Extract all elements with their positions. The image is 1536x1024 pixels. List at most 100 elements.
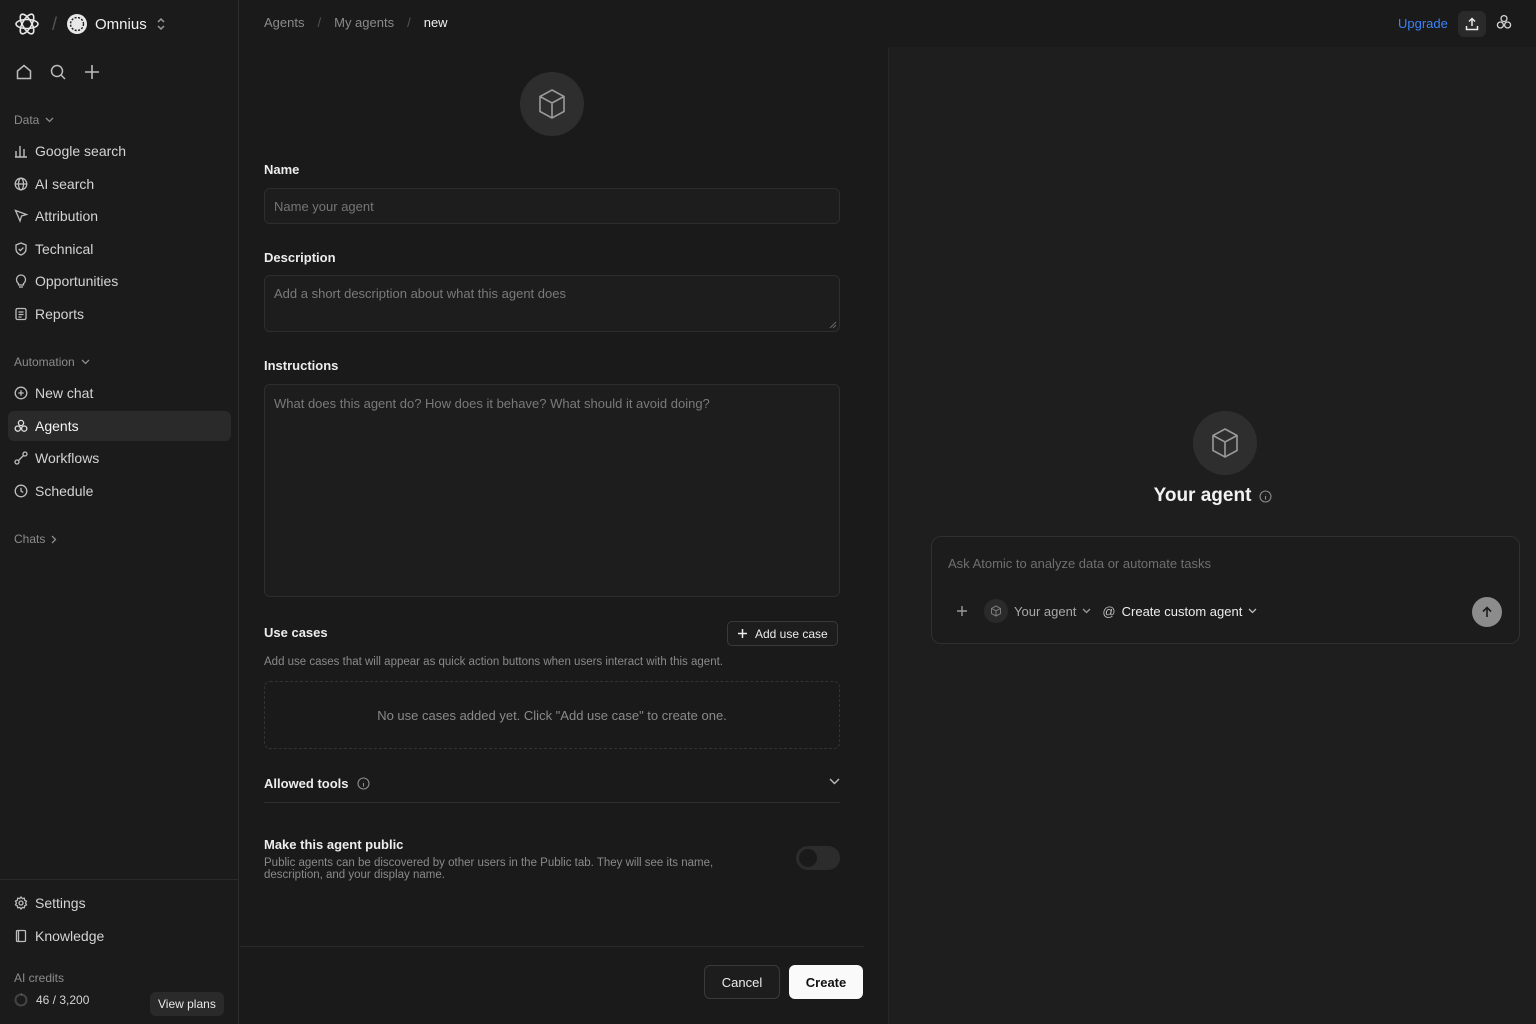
sidebar-item-schedule[interactable]: Schedule: [8, 476, 231, 506]
home-icon[interactable]: [14, 61, 34, 83]
allowed-tools-toggle[interactable]: Allowed tools: [264, 772, 840, 803]
add-use-case-button[interactable]: Add use case: [727, 621, 838, 646]
workspace-avatar-icon: [67, 14, 88, 34]
chevron-down-icon: [1248, 608, 1257, 614]
sidebar-divider: [0, 879, 239, 880]
workspace-switcher[interactable]: / Omnius: [14, 11, 167, 37]
breadcrumb-my-agents[interactable]: My agents: [334, 15, 394, 30]
form-footer-divider: [240, 946, 864, 947]
quick-actions: [14, 61, 102, 83]
instructions-input[interactable]: What does this agent do? How does it beh…: [264, 384, 840, 597]
sidebar-item-technical[interactable]: Technical: [8, 234, 231, 264]
agent-preview-panel: Your agent Ask Atomic to analyze data or…: [888, 47, 1536, 1024]
gear-icon: [14, 896, 28, 910]
sidebar-item-new-chat[interactable]: New chat: [8, 378, 231, 408]
clock-icon: [14, 484, 28, 498]
shield-icon: [14, 242, 28, 256]
breadcrumb-separator: /: [317, 15, 322, 30]
sidebar-item-google-search[interactable]: Google search: [8, 136, 231, 166]
chevron-down-icon: [829, 778, 840, 785]
chat-input[interactable]: Ask Atomic to analyze data or automate t…: [948, 556, 1211, 571]
create-button[interactable]: Create: [789, 965, 863, 999]
upload-icon: [1465, 17, 1479, 31]
sidebar-item-workflows[interactable]: Workflows: [8, 443, 231, 473]
lightbulb-icon: [14, 274, 28, 288]
agents-icon: [14, 419, 28, 433]
chat-composer[interactable]: Ask Atomic to analyze data or automate t…: [931, 536, 1520, 644]
sidebar-item-label: Schedule: [35, 483, 94, 499]
instructions-label: Instructions: [264, 358, 339, 373]
description-input[interactable]: Add a short description about what this …: [264, 275, 840, 332]
sidebar-item-attribution[interactable]: Attribution: [8, 201, 231, 231]
sidebar-item-label: Reports: [35, 306, 85, 322]
data-section-toggle[interactable]: Data: [14, 113, 54, 127]
book-icon: [14, 929, 28, 943]
info-icon: [356, 777, 370, 790]
cube-icon: [1212, 428, 1238, 458]
top-bar: Agents / My agents / new Upgrade: [240, 0, 1536, 47]
chevron-down-icon: [81, 359, 90, 365]
search-icon[interactable]: [48, 61, 68, 83]
description-label: Description: [264, 250, 336, 265]
sidebar-item-label: Workflows: [35, 450, 100, 466]
data-section-label: Data: [14, 113, 40, 127]
app-logo-icon[interactable]: [14, 11, 40, 37]
cube-icon: [539, 89, 565, 119]
agents-icon-button[interactable]: [1496, 14, 1512, 30]
upgrade-link[interactable]: Upgrade: [1398, 16, 1448, 31]
mode-select[interactable]: Create custom agent: [1122, 604, 1243, 619]
agent-select[interactable]: Your agent: [1014, 604, 1076, 619]
chevron-updown-icon: [155, 17, 167, 31]
sidebar-item-label: Agents: [35, 418, 79, 434]
preview-agent-avatar: [1193, 411, 1257, 475]
sidebar: / Omnius Data Google search AI search At…: [0, 0, 239, 1024]
sidebar-item-reports[interactable]: Reports: [8, 299, 231, 329]
credits-usage: 46 / 3,200: [14, 993, 89, 1007]
cancel-button[interactable]: Cancel: [704, 965, 780, 999]
share-button[interactable]: [1458, 11, 1486, 37]
toggle-knob: [799, 849, 817, 867]
sidebar-item-ai-search[interactable]: AI search: [8, 169, 231, 199]
agent-form: Name Description Add a short description…: [240, 47, 888, 1024]
sidebar-item-label: AI search: [35, 176, 95, 192]
sidebar-item-label: Settings: [35, 895, 86, 911]
divider-slash: /: [52, 13, 58, 34]
info-icon: [1259, 489, 1272, 503]
workspace-name: Omnius: [95, 15, 147, 33]
credits-label: AI credits: [14, 971, 65, 985]
sidebar-item-label: New chat: [35, 385, 94, 401]
use-cases-hint: Add use cases that will appear as quick …: [264, 656, 723, 668]
arrow-up-icon: [1482, 606, 1492, 617]
name-label: Name: [264, 162, 300, 177]
add-use-case-label: Add use case: [755, 626, 828, 641]
use-cases-label: Use cases: [264, 625, 328, 640]
sidebar-item-opportunities[interactable]: Opportunities: [8, 266, 231, 296]
sidebar-item-label: Knowledge: [35, 928, 105, 944]
sidebar-item-agents[interactable]: Agents: [8, 411, 231, 441]
agent-avatar[interactable]: [520, 72, 584, 136]
agent-select-icon: [984, 599, 1008, 623]
instructions-placeholder: What does this agent do? How does it beh…: [274, 396, 710, 411]
sidebar-item-label: Google search: [35, 143, 127, 159]
description-placeholder: Add a short description about what this …: [274, 286, 566, 301]
attach-plus-icon[interactable]: [956, 605, 968, 617]
automation-section-toggle[interactable]: Automation: [14, 355, 90, 369]
at-icon: @: [1102, 603, 1116, 619]
public-toggle[interactable]: [796, 846, 840, 870]
view-plans-button[interactable]: View plans: [150, 992, 224, 1016]
send-button[interactable]: [1472, 597, 1502, 627]
name-input[interactable]: [264, 188, 840, 224]
globe-icon: [14, 177, 28, 191]
breadcrumb-agents[interactable]: Agents: [264, 15, 304, 30]
chevron-down-icon: [45, 117, 54, 123]
chevron-right-icon: [51, 535, 57, 543]
use-cases-empty-text: No use cases added yet. Click "Add use c…: [377, 707, 727, 723]
breadcrumb-separator: /: [407, 15, 411, 30]
sidebar-item-label: Technical: [35, 241, 94, 257]
public-hint: Public agents can be discovered by other…: [264, 857, 714, 881]
chats-section-toggle[interactable]: Chats: [14, 532, 57, 546]
sidebar-item-settings[interactable]: Settings: [8, 888, 231, 918]
plus-icon: [738, 629, 747, 638]
plus-icon[interactable]: [82, 61, 102, 83]
sidebar-item-knowledge[interactable]: Knowledge: [8, 921, 231, 951]
